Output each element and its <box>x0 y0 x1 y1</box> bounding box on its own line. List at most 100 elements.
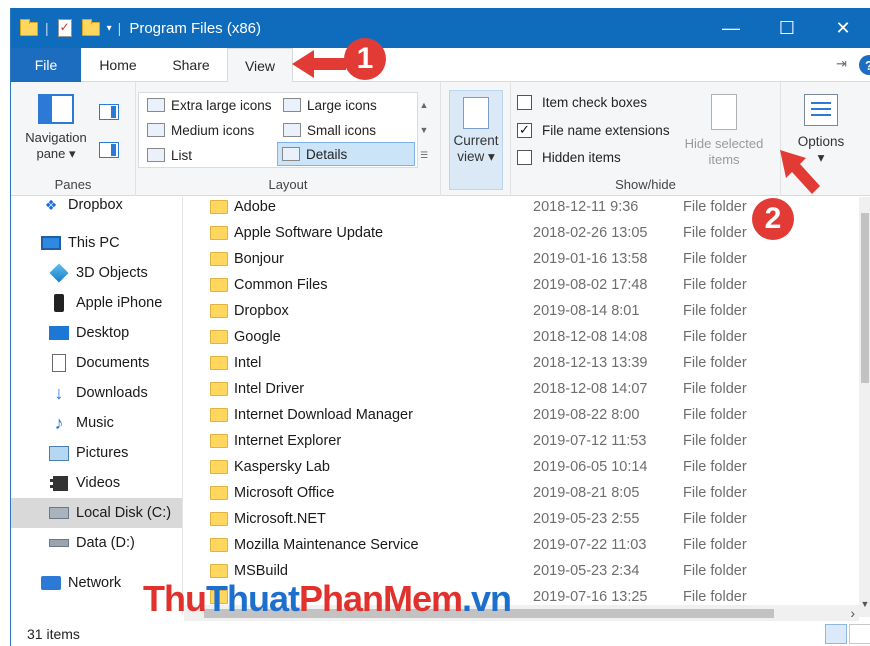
folder-icon <box>210 304 228 318</box>
new-folder-icon[interactable] <box>81 17 101 39</box>
step-1-badge: 1 <box>344 38 386 80</box>
file-name-extensions-option[interactable]: ✓ File name extensions <box>517 119 670 141</box>
table-row[interactable]: Microsoft Office 2019-08-21 8:05 File fold… <box>184 480 849 506</box>
table-row[interactable]: Internet Explorer 2019-07-12 11:53 File fo… <box>184 428 849 454</box>
large-icons-icon <box>283 98 301 112</box>
layout-group-label: Layout <box>268 177 308 192</box>
sort-by-icon <box>463 97 489 129</box>
properties-icon[interactable] <box>55 17 75 39</box>
table-row[interactable]: Kaspersky Lab 2019-06-05 10:14 File folder <box>184 454 849 480</box>
nav-item-documents[interactable]: Documents <box>11 348 182 378</box>
item-check-boxes-checkbox[interactable] <box>517 94 532 110</box>
table-row[interactable]: Microsoft.NET 2019-05-23 2:55 File folder <box>184 506 849 532</box>
show-hide-group-label: Show/hide <box>615 177 676 192</box>
nav-item-downloads[interactable]: ↓ Downloads <box>11 378 182 408</box>
show-hide-group: Item check boxes ✓ File name extensions … <box>511 82 781 196</box>
customize-toolbar-chevron-icon[interactable]: ▾ <box>107 23 112 34</box>
table-row[interactable]: Common Files 2019-08-02 17:48 File folder <box>184 272 849 298</box>
download-icon: ↓ <box>54 382 64 403</box>
details-view-icon[interactable] <box>825 624 847 644</box>
details-icon <box>282 147 300 161</box>
nav-item-pictures[interactable]: Pictures <box>11 438 182 468</box>
video-icon <box>49 474 69 492</box>
pin-ribbon-icon[interactable]: ⇥ <box>836 56 847 72</box>
folder-icon <box>210 200 228 214</box>
expand-gallery-icon[interactable]: ☰ <box>417 143 431 168</box>
file-name-extensions-checkbox[interactable]: ✓ <box>517 122 532 138</box>
table-row[interactable]: Bonjour 2019-01-16 13:58 File folder <box>184 246 849 272</box>
current-view-button[interactable]: Current view ▾ <box>449 90 503 190</box>
nav-item-dropbox[interactable]: ❖ Dropbox <box>11 197 182 220</box>
tab-file[interactable]: File <box>11 48 81 82</box>
layout-group: Extra large icons Large icons Medium ico… <box>136 82 441 196</box>
layout-list[interactable]: List <box>143 143 278 167</box>
scroll-up-icon[interactable]: ▲ <box>417 93 431 118</box>
nav-item-local-disk[interactable]: Local Disk (C:) <box>11 498 182 528</box>
scroll-down-icon[interactable]: ▼ <box>417 118 431 143</box>
hide-selected-icon <box>711 94 737 130</box>
navigation-pane-icon <box>38 94 74 124</box>
drive-icon <box>49 534 69 552</box>
view-toggles <box>825 624 870 644</box>
nav-item-music[interactable]: ♪ Music <box>11 408 182 438</box>
cube-icon <box>49 263 69 283</box>
layout-details[interactable]: Details <box>277 142 415 166</box>
layout-medium-icons[interactable]: Medium icons <box>143 118 278 142</box>
minimize-button[interactable]: — <box>703 8 759 48</box>
hide-selected-items-button[interactable]: Hide selected items <box>679 94 769 168</box>
explorer-window: | ▾ | Program Files (x86) — ☐ ✕ File Hom… <box>10 8 870 646</box>
nav-item-this-pc[interactable]: This PC <box>11 228 182 258</box>
scroll-right-arrow-icon[interactable]: › <box>850 605 855 621</box>
watermark-logo: ThuThuatPhanMem.vn <box>143 578 512 619</box>
layout-extra-large-icons[interactable]: Extra large icons <box>143 93 278 117</box>
hidden-items-option[interactable]: Hidden items <box>517 146 621 168</box>
item-count: 31 items <box>27 626 80 642</box>
table-row[interactable]: Intel Driver 2018-12-08 14:07 File folder <box>184 376 849 402</box>
table-row[interactable]: Adobe 2018-12-11 9:36 File folder <box>184 197 849 220</box>
folder-icon <box>19 17 39 39</box>
options-icon <box>804 94 838 126</box>
step-1-arrow-icon <box>292 50 346 78</box>
navigation-pane-label-2: pane <box>36 146 66 161</box>
layout-large-icons[interactable]: Large icons <box>279 93 415 117</box>
network-icon <box>41 574 61 592</box>
folder-icon <box>210 434 228 448</box>
tab-share[interactable]: Share <box>161 48 221 82</box>
table-row[interactable]: Dropbox 2019-08-14 8:01 File folder <box>184 298 849 324</box>
navigation-pane: ❖ Dropbox This PC 3D Objects Apple iPhone… <box>11 197 183 615</box>
vertical-scroll-thumb[interactable] <box>861 213 869 383</box>
preview-pane-icon[interactable] <box>99 104 119 120</box>
help-icon[interactable]: ? <box>859 55 870 75</box>
nav-item-3d-objects[interactable]: 3D Objects <box>11 258 182 288</box>
nav-item-data-drive[interactable]: Data (D:) <box>11 528 182 558</box>
table-row[interactable]: Internet Download Manager 2019-08-22 8:00… <box>184 402 849 428</box>
navigation-pane-button[interactable]: Navigation pane ▾ <box>21 90 91 162</box>
pictures-icon <box>49 444 69 462</box>
folder-icon <box>210 382 228 396</box>
nav-item-desktop[interactable]: Desktop <box>11 318 182 348</box>
layout-small-icons[interactable]: Small icons <box>279 118 415 142</box>
ribbon-tabs: File Home Share View ⇥ ? <box>11 48 870 83</box>
scroll-down-arrow-icon[interactable]: ▼ <box>859 599 870 609</box>
table-row[interactable]: Google 2018-12-08 14:08 File folder <box>184 324 849 350</box>
close-button[interactable]: ✕ <box>815 8 870 48</box>
hidden-items-checkbox[interactable] <box>517 149 532 165</box>
table-row[interactable]: Apple Software Update 2018-02-26 13:05 Fil… <box>184 220 849 246</box>
step-2-arrow-icon <box>780 150 820 194</box>
large-icons-view-icon[interactable] <box>849 624 870 644</box>
folder-icon <box>210 512 228 526</box>
item-check-boxes-option[interactable]: Item check boxes <box>517 91 647 113</box>
status-bar: 31 items <box>11 622 870 646</box>
maximize-button[interactable]: ☐ <box>759 8 815 48</box>
title-bar: | ▾ | Program Files (x86) — ☐ ✕ <box>11 8 870 48</box>
tab-home[interactable]: Home <box>86 48 150 82</box>
layout-gallery-scroll[interactable]: ▲ ▼ ☰ <box>417 93 431 169</box>
table-row[interactable]: Intel 2018-12-13 13:39 File folder <box>184 350 849 376</box>
details-pane-icon[interactable] <box>99 142 119 158</box>
nav-item-videos[interactable]: Videos <box>11 468 182 498</box>
nav-item-apple-iphone[interactable]: Apple iPhone <box>11 288 182 318</box>
table-row[interactable]: Mozilla Maintenance Service 2019-07-22 11… <box>184 532 849 558</box>
desktop-icon <box>49 324 69 342</box>
tab-view[interactable]: View <box>227 48 293 83</box>
vertical-scrollbar[interactable]: ▼ <box>859 197 870 617</box>
